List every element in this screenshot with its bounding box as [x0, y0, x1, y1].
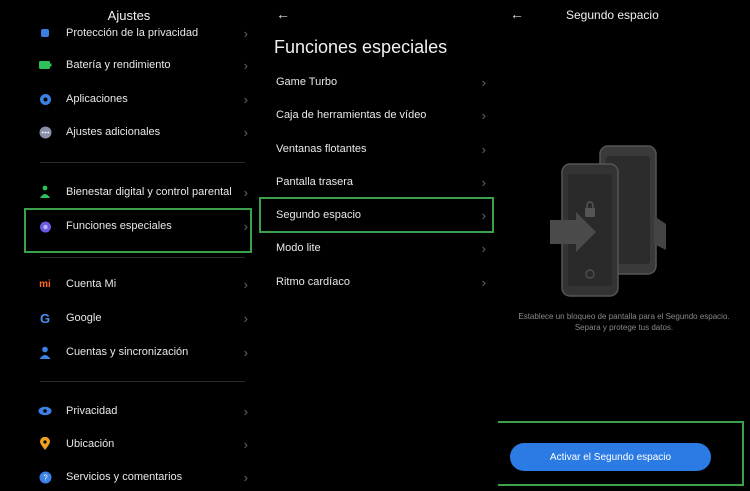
feature-item-lite-mode[interactable]: Modo lite › [258, 233, 490, 263]
highlight-box [259, 197, 494, 233]
second-space-panel: ← Segundo espacio Establece un bloqueo d… [498, 0, 750, 491]
chevron-right-icon: › [243, 469, 248, 485]
google-icon: G [39, 310, 51, 326]
settings-item-google[interactable]: G Google › [30, 303, 252, 333]
mi-icon: mi [39, 278, 51, 290]
settings-item-privacy-protection[interactable]: Protección de la privacidad › [30, 18, 252, 48]
divider [40, 381, 245, 382]
chevron-right-icon: › [481, 274, 486, 290]
description-line: Establece un bloqueo de pantalla para el… [518, 312, 730, 321]
chevron-right-icon: › [243, 276, 248, 292]
settings-item-label: Google [66, 312, 102, 324]
gear-icon [38, 92, 52, 106]
battery-icon [38, 58, 52, 72]
settings-panel: Ajustes Protección de la privacidad › Ba… [0, 0, 258, 491]
settings-item-label: Cuenta Mi [66, 278, 117, 290]
location-icon [38, 437, 52, 451]
feature-item-label: Pantalla trasera [276, 176, 354, 188]
special-features-panel: ← Funciones especiales Game Turbo › Caja… [258, 0, 498, 491]
page-title: Funciones especiales [274, 37, 448, 57]
feature-item-rear-screen[interactable]: Pantalla trasera › [258, 167, 490, 197]
settings-item-label: Aplicaciones [66, 93, 128, 105]
description: Establece un bloqueo de pantalla para el… [498, 311, 750, 333]
chevron-right-icon: › [243, 436, 248, 452]
settings-item-wellbeing[interactable]: Bienestar digital y control parental › [30, 177, 252, 207]
second-space-illustration [550, 145, 666, 297]
wellbeing-icon [38, 185, 52, 199]
highlight-box [24, 208, 252, 253]
settings-item-accounts-sync[interactable]: Cuentas y sincronización › [30, 337, 252, 367]
highlight-box [498, 421, 744, 486]
settings-item-services-feedback[interactable]: ? Servicios y comentarios › [30, 462, 252, 491]
chevron-right-icon: › [481, 74, 486, 90]
description-line: Separa y protege tus datos. [574, 323, 674, 332]
settings-item-apps[interactable]: Aplicaciones › [30, 84, 252, 114]
back-arrow-icon[interactable]: ← [276, 6, 290, 22]
chevron-right-icon: › [243, 124, 248, 140]
feature-item-game-turbo[interactable]: Game Turbo › [258, 67, 490, 97]
settings-item-label: Batería y rendimiento [66, 59, 171, 71]
settings-item-label: Bienestar digital y control parental [66, 186, 232, 198]
help-icon: ? [38, 470, 52, 484]
chevron-right-icon: › [243, 344, 248, 360]
chevron-right-icon: › [481, 240, 486, 256]
settings-item-label: Ajustes adicionales [66, 126, 161, 138]
feature-item-heart-rate[interactable]: Ritmo cardíaco › [258, 267, 490, 297]
feature-item-label: Ritmo cardíaco [276, 276, 350, 288]
settings-item-label: Protección de la privacidad [66, 27, 199, 39]
feature-item-label: Game Turbo [276, 76, 338, 88]
settings-item-additional[interactable]: Ajustes adicionales › [30, 117, 252, 147]
account-icon [38, 345, 52, 359]
back-arrow-icon[interactable]: ← [510, 6, 524, 22]
feature-item-label: Caja de herramientas de vídeo [276, 109, 427, 121]
divider [40, 162, 245, 163]
chevron-right-icon: › [243, 25, 248, 41]
feature-item-video-toolbox[interactable]: Caja de herramientas de vídeo › [258, 100, 490, 130]
more-icon [38, 125, 52, 139]
chevron-right-icon: › [243, 91, 248, 107]
chevron-right-icon: › [243, 57, 248, 73]
settings-item-label: Servicios y comentarios [66, 471, 183, 483]
chevron-right-icon: › [243, 403, 248, 419]
settings-item-label: Privacidad [66, 405, 118, 417]
settings-item-label: Cuentas y sincronización [66, 346, 189, 358]
chevron-right-icon: › [481, 107, 486, 123]
feature-item-label: Ventanas flotantes [276, 143, 367, 155]
svg-text:?: ? [43, 473, 48, 482]
feature-item-label: Modo lite [276, 242, 321, 254]
divider [40, 257, 245, 258]
settings-item-mi-account[interactable]: mi Cuenta Mi › [30, 269, 252, 299]
settings-item-battery[interactable]: Batería y rendimiento › [30, 50, 252, 80]
settings-item-label: Ubicación [66, 438, 115, 450]
settings-item-location[interactable]: Ubicación › [30, 429, 252, 459]
feature-item-floating-windows[interactable]: Ventanas flotantes › [258, 134, 490, 164]
privacy-icon [38, 26, 52, 40]
chevron-right-icon: › [481, 174, 486, 190]
eye-icon [38, 404, 52, 418]
chevron-right-icon: › [243, 310, 248, 326]
chevron-right-icon: › [481, 141, 486, 157]
chevron-right-icon: › [243, 184, 248, 200]
settings-item-privacy[interactable]: Privacidad › [30, 396, 252, 426]
page-title: Segundo espacio [566, 8, 659, 22]
